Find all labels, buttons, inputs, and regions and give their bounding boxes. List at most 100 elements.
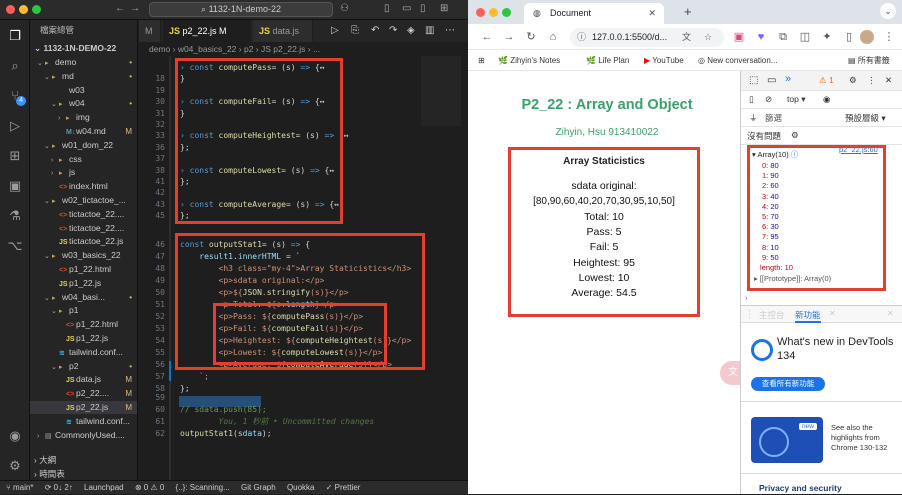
tree-item[interactable]: <> tictactoe_22....: [30, 222, 137, 235]
warning-icon[interactable]: ⚠ 1: [819, 75, 834, 86]
tree-item[interactable]: JStictactoe_22.js: [30, 235, 137, 248]
tree-item[interactable]: ⌄ ▸ demo •: [30, 56, 137, 69]
tree-item[interactable]: › ▸ css: [30, 153, 137, 166]
tab-data-js[interactable]: JS data.js: [253, 20, 313, 42]
tree-item[interactable]: ⌄ ▸ w01_dom_22: [30, 139, 137, 152]
tree-item[interactable]: <> p2_22.... M: [30, 387, 137, 400]
status-quokka[interactable]: Quokka: [287, 483, 315, 492]
maximize-window-button[interactable]: [32, 5, 41, 14]
compare-icon[interactable]: ⎘: [351, 25, 359, 36]
customize-layout-icon[interactable]: ⊞: [440, 3, 448, 14]
side-panel-icon[interactable]: ▯: [842, 30, 856, 44]
bookmark-item[interactable]: 🌿 Zihyin's Notes: [498, 51, 560, 71]
layout-panel-icon[interactable]: ▭: [402, 3, 411, 14]
tree-item[interactable]: <> index.html: [30, 180, 137, 193]
code-line[interactable]: // sdata.push(85);: [180, 404, 267, 415]
tree-item[interactable]: ⌄ ▸ p2 •: [30, 360, 137, 373]
bookmark-item[interactable]: ◎ New conversation...: [698, 51, 777, 71]
run-icon[interactable]: ▷: [331, 25, 339, 36]
more-actions-icon[interactable]: ⋯: [445, 25, 455, 36]
status-branch[interactable]: ⑂ main*: [6, 483, 33, 492]
status-git-graph[interactable]: Git Graph: [241, 483, 276, 492]
new-tab-icon[interactable]: +: [684, 4, 692, 19]
log-levels-dropdown[interactable]: 預設層級 ▾: [845, 112, 886, 124]
drawer-menu-icon[interactable]: ⋮: [745, 309, 754, 320]
extension-camera-icon[interactable]: ◫: [798, 30, 812, 44]
back-arrow-icon[interactable]: ←: [115, 3, 125, 14]
home-icon[interactable]: ⌂: [546, 30, 560, 44]
close-window-button[interactable]: [6, 5, 15, 14]
device-toolbar-icon[interactable]: ▭: [767, 75, 776, 86]
source-control-icon[interactable]: ⑂ 4: [7, 88, 26, 106]
console-prompt[interactable]: ›: [745, 293, 748, 303]
status-problems[interactable]: ⊗ 0 ⚠ 0: [135, 483, 164, 492]
settings-gear-icon[interactable]: ⚙: [849, 75, 857, 86]
all-bookmarks[interactable]: ▤ 所有書籤: [848, 51, 890, 71]
split-editor-icon[interactable]: ▥: [425, 25, 434, 36]
tab-whats-new[interactable]: 新功能: [795, 309, 821, 323]
address-bar[interactable]: ⓘ 127.0.0.1:5500/d... 文 ☆: [570, 28, 724, 47]
tree-item[interactable]: <> tictactoe_22....: [30, 208, 137, 221]
live-expression-eye-icon[interactable]: ◉: [823, 94, 830, 105]
browser-tab-document[interactable]: ◍ Document ✕: [524, 3, 664, 24]
close-window-button[interactable]: [476, 8, 485, 17]
tree-item[interactable]: › ▸ js: [30, 166, 137, 179]
tab-p2-22-js[interactable]: JS p2_22.js M: [163, 20, 251, 42]
tree-item[interactable]: JSdata.js M: [30, 373, 137, 386]
forward-arrow-icon[interactable]: →: [502, 30, 516, 44]
back-arrow-icon[interactable]: ←: [480, 30, 494, 44]
issues-settings-icon[interactable]: ⚙: [791, 130, 799, 141]
more-panels-icon[interactable]: »: [785, 73, 791, 85]
go-forward-icon[interactable]: ↷: [389, 25, 397, 36]
tree-item[interactable]: JSp1_22.js: [30, 277, 137, 290]
tree-item[interactable]: ⌄ ▸ p1: [30, 304, 137, 317]
search-icon[interactable]: ⌕: [7, 58, 23, 74]
see-all-features-button[interactable]: 查看所有新功能: [751, 377, 825, 391]
close-drawer-icon[interactable]: ✕: [887, 309, 894, 318]
clear-console-icon[interactable]: ⊘: [765, 94, 772, 105]
tree-item[interactable]: › ▤ CommonlyUsed....: [30, 429, 137, 442]
bookmark-item[interactable]: ▶ YouTube: [644, 51, 684, 71]
layout-sidebar-icon[interactable]: ▯: [384, 3, 390, 14]
tab-console[interactable]: 主控台: [759, 309, 785, 321]
run-debug-icon[interactable]: ▷: [7, 118, 23, 134]
workspace-root[interactable]: ⌄ 1132-1N-DEMO-22: [34, 43, 116, 54]
chrome-menu-icon[interactable]: ⋮: [882, 30, 896, 44]
code-line[interactable]: `;: [180, 371, 209, 382]
tree-item[interactable]: ⌄ ▸ w03_basics_22: [30, 249, 137, 262]
status-prettier[interactable]: ✓ Prettier: [326, 483, 361, 492]
site-info-icon[interactable]: ⓘ: [577, 28, 586, 47]
tree-item[interactable]: JSp2_22.js M: [30, 401, 137, 414]
status-sync[interactable]: ⟳ 0↓ 2↑: [45, 483, 73, 492]
see-also-text[interactable]: See also the highlights from Chrome 130-…: [831, 423, 899, 453]
tab-search-icon[interactable]: ⌄: [880, 3, 896, 19]
privacy-security-link[interactable]: Privacy and security: [759, 483, 842, 493]
extension-link-icon[interactable]: ⧉: [776, 30, 790, 44]
manage-gear-icon[interactable]: ⚙: [7, 458, 23, 474]
sidebar-toggle-icon[interactable]: ▯: [749, 94, 754, 105]
extensions-puzzle-icon[interactable]: ✦: [820, 30, 834, 44]
bookmark-star-icon[interactable]: ☆: [704, 28, 712, 47]
tab-previous[interactable]: M: [139, 20, 161, 42]
minimap[interactable]: [421, 56, 461, 126]
forward-arrow-icon[interactable]: →: [130, 3, 140, 14]
testing-icon[interactable]: ⚗: [7, 208, 23, 224]
code-line[interactable]: You, 1 秒前 • Uncommitted changes: [180, 416, 375, 427]
tree-item[interactable]: ≋ tailwind.conf...: [30, 346, 137, 359]
minimize-window-button[interactable]: [19, 5, 28, 14]
remote-explorer-icon[interactable]: ▣: [7, 178, 23, 194]
code-line[interactable]: };: [180, 383, 190, 394]
explorer-icon[interactable]: ❐: [7, 28, 23, 44]
filter-input[interactable]: 篩選: [765, 112, 782, 124]
context-selector[interactable]: top ▾: [787, 94, 805, 105]
array-header[interactable]: ▾ Array(10) ⓘ: [752, 150, 798, 160]
profile-avatar[interactable]: [860, 30, 874, 44]
diff-icon[interactable]: ◈: [407, 25, 415, 36]
extension-pink-icon[interactable]: ▣: [732, 30, 746, 44]
go-back-icon[interactable]: ↶: [371, 25, 379, 36]
tree-item[interactable]: ⌄ ▸ w04_basi... •: [30, 291, 137, 304]
minimize-window-button[interactable]: [489, 8, 498, 17]
tree-item[interactable]: <> p1_22.html: [30, 263, 137, 276]
tree-item[interactable]: w03: [30, 84, 137, 97]
maximize-window-button[interactable]: [502, 8, 511, 17]
